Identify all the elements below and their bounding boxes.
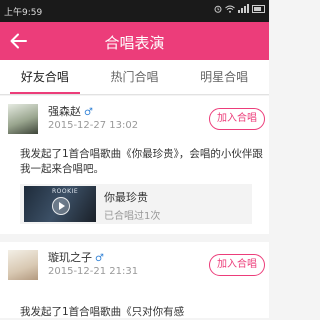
- title-bar: 合唱表演: [0, 22, 269, 60]
- wifi-icon: [225, 5, 235, 13]
- chorus-count: 已合唱过1次: [104, 211, 161, 222]
- join-chorus-button[interactable]: 加入合唱: [209, 254, 265, 276]
- tab-bar: 好友合唱 热门合唱 明星合唱: [0, 60, 269, 95]
- username[interactable]: 璇玑之子 ♂: [48, 249, 104, 265]
- status-time: 上午9:59: [4, 8, 43, 18]
- username-text: 强森赵: [48, 105, 81, 118]
- chorus-post: 强森赵 ♂ 2015-12-27 13:02 加入合唱 我发起了1首合唱歌曲《你最…: [0, 96, 269, 234]
- status-icons: [214, 4, 265, 13]
- post-time: 2015-12-21 21:31: [48, 266, 139, 277]
- avatar[interactable]: [8, 104, 38, 134]
- join-chorus-button[interactable]: 加入合唱: [209, 108, 265, 130]
- username[interactable]: 强森赵 ♂: [48, 103, 93, 119]
- tab-hot-chorus[interactable]: 热门合唱: [90, 60, 180, 94]
- status-bar: 上午9:59: [0, 0, 269, 22]
- username-text: 璇玑之子: [48, 251, 92, 264]
- battery-icon: [252, 4, 265, 13]
- song-name: 你最珍贵: [104, 191, 148, 204]
- signal-icon: [238, 4, 249, 13]
- tab-friends-chorus[interactable]: 好友合唱: [0, 60, 90, 94]
- post-message: 我发起了1首合唱歌曲《你最珍贵》，会唱的小伙伴跟我一起来合唱吧。: [20, 148, 263, 175]
- tab-star-chorus[interactable]: 明星合唱: [179, 60, 269, 94]
- male-icon: ♂: [84, 107, 93, 118]
- song-card[interactable]: ROOKIE 你最珍贵 已合唱过1次: [20, 184, 252, 224]
- alarm-icon: [214, 5, 222, 13]
- chorus-post: 璇玑之子 ♂ 2015-12-21 21:31 加入合唱 我发起了1首合唱歌曲《只…: [0, 242, 269, 318]
- song-cover: ROOKIE: [24, 186, 96, 222]
- male-icon: ♂: [95, 253, 104, 264]
- post-time: 2015-12-27 13:02: [48, 120, 139, 131]
- page-title: 合唱表演: [104, 34, 165, 52]
- play-icon[interactable]: [52, 197, 70, 215]
- cover-label: ROOKIE: [52, 188, 79, 195]
- avatar[interactable]: [8, 250, 38, 280]
